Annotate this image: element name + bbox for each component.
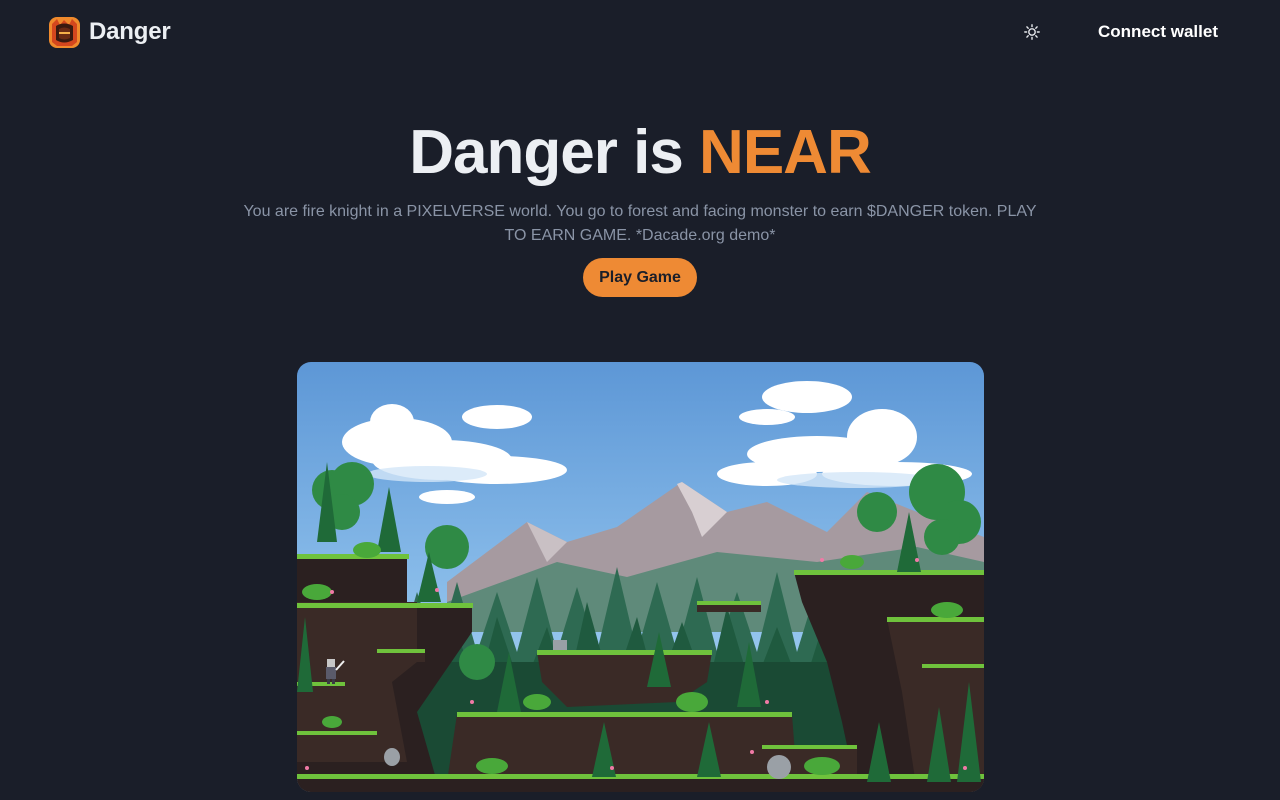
hero-description: You are fire knight in a PIXELVERSE worl…: [243, 203, 1037, 244]
hero-section: Danger is NEAR You are fire knight in a …: [0, 112, 1280, 297]
brand-name: Danger: [89, 18, 171, 45]
pixel-forest-scene: [297, 362, 984, 792]
theme-toggle-button[interactable]: [1020, 20, 1044, 44]
sun-icon: [1024, 24, 1040, 40]
play-game-button[interactable]: Play Game: [583, 258, 697, 297]
navbar: Danger Connect wallet: [0, 0, 1280, 64]
hero-title: Danger is NEAR: [0, 112, 1280, 194]
hero-title-accent: NEAR: [699, 118, 872, 187]
fire-knight-helmet-icon: [49, 16, 80, 48]
connect-wallet-button[interactable]: Connect wallet: [1086, 14, 1230, 50]
brand-home-link[interactable]: Danger: [48, 15, 171, 49]
hero-title-prefix: Danger is: [409, 118, 684, 187]
game-preview-image: [297, 362, 984, 792]
